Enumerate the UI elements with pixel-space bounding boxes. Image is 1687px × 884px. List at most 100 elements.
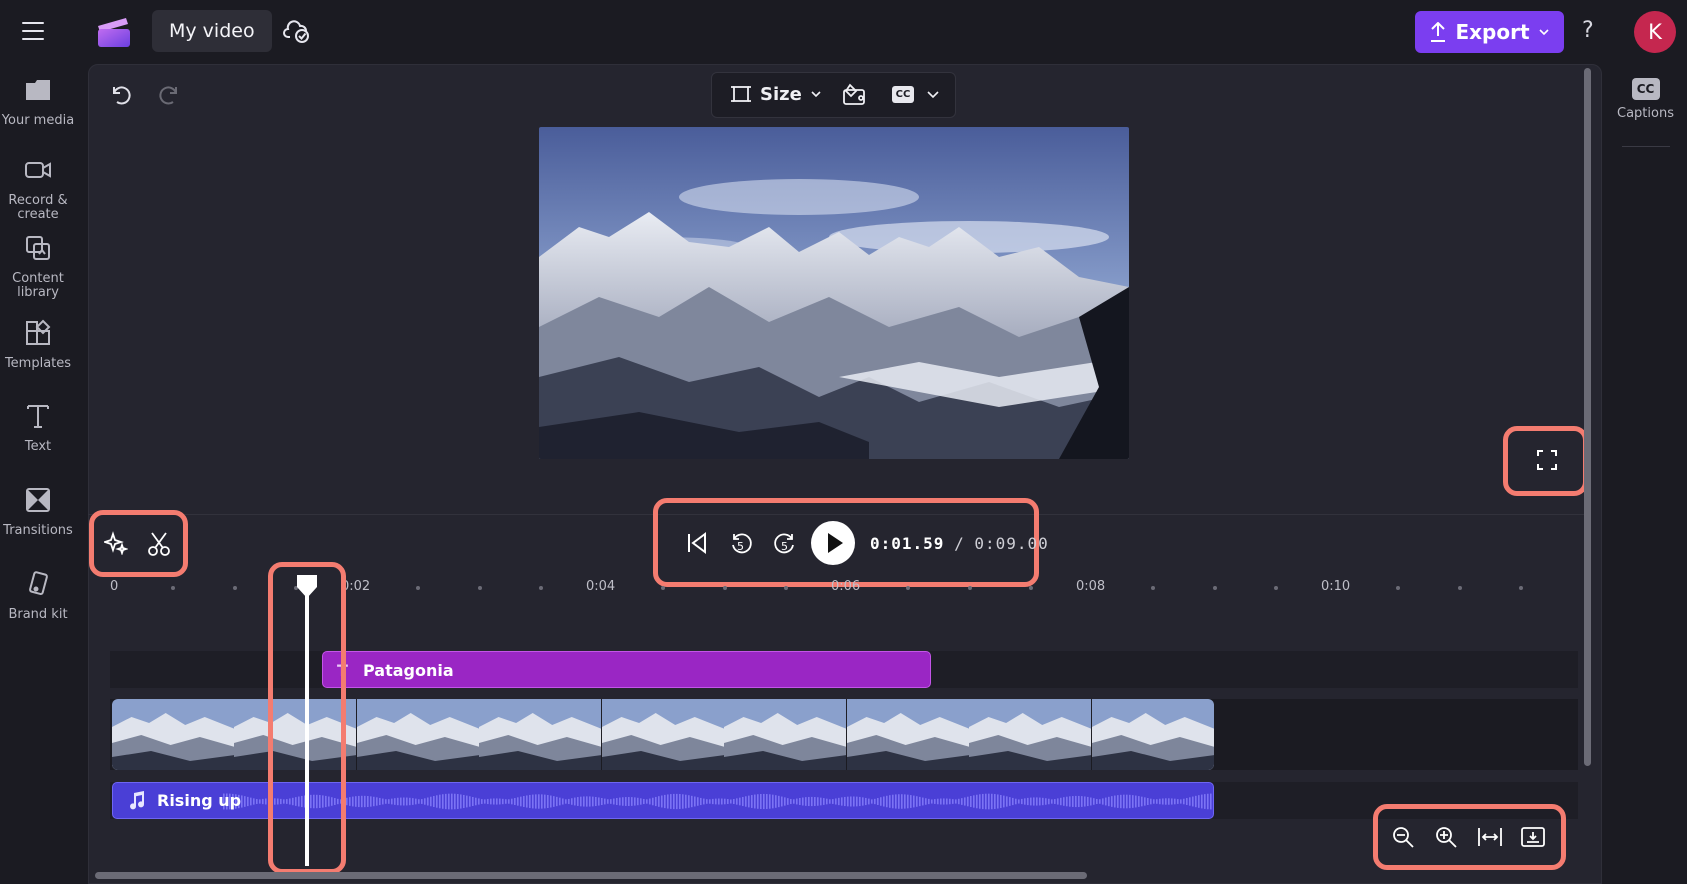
playhead-handle[interactable]: [293, 572, 321, 600]
text-icon: [27, 405, 49, 428]
ruler-dot: [416, 586, 421, 590]
captions-tab[interactable]: CC Captions: [1604, 78, 1687, 121]
project-title[interactable]: My video: [152, 10, 272, 52]
video-thumbnail: [479, 699, 603, 770]
cloud-sync-icon[interactable]: [283, 18, 311, 44]
play-button[interactable]: [811, 521, 855, 565]
fill-background-icon[interactable]: [842, 83, 868, 107]
size-button[interactable]: Size: [730, 83, 822, 105]
ruler-dot: [722, 586, 727, 590]
total-time: 0:09.00: [974, 534, 1049, 553]
video-thumbnail: [112, 699, 235, 770]
horizontal-scrollbar[interactable]: [95, 872, 1087, 879]
rewind-seconds: 5: [737, 540, 744, 553]
title-clip-label: Patagonia: [363, 661, 454, 680]
fullscreen-icon[interactable]: [1536, 449, 1558, 471]
video-thumbnail: [846, 699, 970, 770]
ruler-dot: [661, 586, 666, 590]
ruler-dot: [1518, 586, 1523, 590]
sidebar-item-label: Templates: [4, 356, 72, 371]
ruler-dot: [538, 586, 543, 590]
magic-sparkle-icon[interactable]: [104, 531, 128, 555]
help-icon[interactable]: ?: [1582, 18, 1594, 43]
ruler-label: 0: [110, 579, 119, 594]
ruler-label: 0:04: [586, 579, 616, 594]
ruler-dot: [1212, 586, 1217, 590]
ruler-label: 0:08: [1076, 579, 1106, 594]
brand-kit-icon: [29, 571, 48, 596]
export-button[interactable]: Export: [1415, 11, 1564, 53]
chevron-down-icon: [1538, 29, 1549, 36]
time-separator: /: [954, 534, 965, 553]
captions-label: Captions: [1617, 106, 1674, 121]
sidebar-item-label: Your media: [1, 113, 75, 128]
timecode: 0:01.59 / 0:09.00: [870, 534, 1049, 553]
undo-icon[interactable]: [108, 82, 134, 108]
transitions-icon: [26, 488, 50, 512]
camera-icon: [25, 162, 51, 178]
captions-icon: CC: [1631, 78, 1660, 100]
sidebar-item-text[interactable]: Text: [0, 402, 76, 454]
avatar[interactable]: K: [1634, 11, 1676, 53]
menu-icon[interactable]: [22, 22, 44, 40]
right-sidebar: CC Captions: [1604, 64, 1687, 884]
zoom-in-icon[interactable]: [1434, 825, 1458, 849]
title-clip-patagonia[interactable]: T Patagonia: [322, 651, 931, 688]
fit-timeline-icon[interactable]: [1477, 825, 1503, 849]
ruler-dot: [1457, 586, 1462, 590]
video-thumbnail: [356, 699, 480, 770]
ruler-dot: [232, 586, 237, 590]
ruler-dot: [1151, 586, 1156, 590]
ruler-label: 0:06: [831, 579, 861, 594]
skip-to-start-icon[interactable]: [686, 531, 708, 555]
folder-icon: [26, 80, 50, 100]
content-library-icon: [26, 236, 50, 260]
sidebar-item-templates[interactable]: Templates: [0, 319, 76, 371]
current-time: 0:01.59: [870, 534, 945, 553]
captions-toggle-icon[interactable]: CC: [892, 86, 914, 103]
ruler-dot: [783, 586, 788, 590]
sidebar-item-label: Text: [24, 439, 52, 454]
templates-icon: [26, 319, 51, 345]
aspect-ratio-icon: [731, 86, 751, 102]
top-bar: My video Export ? K: [0, 0, 1687, 64]
video-thumbnail: [724, 699, 848, 770]
video-thumbnail: [969, 699, 1093, 770]
sidebar-item-your-media[interactable]: Your media: [0, 76, 76, 128]
sidebar-item-transitions[interactable]: Transitions: [0, 486, 76, 538]
mountain-scene: [539, 127, 1129, 459]
forward-seconds: 5: [781, 540, 788, 553]
video-thumbnail: [601, 699, 725, 770]
sidebar-item-brand-kit[interactable]: Brand kit: [0, 570, 76, 622]
music-note-icon: [130, 791, 145, 810]
ruler-dot: [967, 586, 972, 590]
ruler-dot: [906, 586, 911, 590]
chevron-down-icon[interactable]: [926, 87, 940, 101]
sidebar-item-record-create[interactable]: Record & create: [0, 156, 76, 222]
sidebar-item-content-library[interactable]: Content library: [0, 234, 76, 300]
sidebar-item-label: Record & create: [8, 193, 68, 222]
zoom-out-icon[interactable]: [1391, 825, 1415, 849]
audio-clip-label: Rising up: [157, 791, 242, 810]
vertical-scrollbar[interactable]: [1584, 68, 1591, 766]
scissors-icon[interactable]: [147, 531, 171, 557]
ruler-dot: [1028, 586, 1033, 590]
upload-icon: [1431, 22, 1446, 42]
ruler-dot: [477, 586, 482, 590]
ruler-dot: [1396, 586, 1401, 590]
clipchamp-logo: [98, 18, 130, 47]
playhead-line[interactable]: [305, 586, 309, 866]
export-label: Export: [1455, 20, 1530, 44]
ruler-dot: [171, 586, 176, 590]
sidebar-item-label: Content library: [12, 271, 64, 300]
redo-icon[interactable]: [156, 82, 182, 108]
expand-timeline-icon[interactable]: [1520, 825, 1546, 849]
preview-toolbar: Size CC: [711, 72, 956, 118]
sidebar-item-label: Brand kit: [8, 607, 68, 622]
video-preview[interactable]: [539, 127, 1129, 459]
ruler-label: 0:10: [1321, 579, 1351, 594]
size-label: Size: [760, 83, 802, 105]
ruler-dot: [1273, 586, 1278, 590]
chevron-down-icon: [811, 91, 821, 98]
sidebar-item-label: Transitions: [3, 523, 73, 538]
